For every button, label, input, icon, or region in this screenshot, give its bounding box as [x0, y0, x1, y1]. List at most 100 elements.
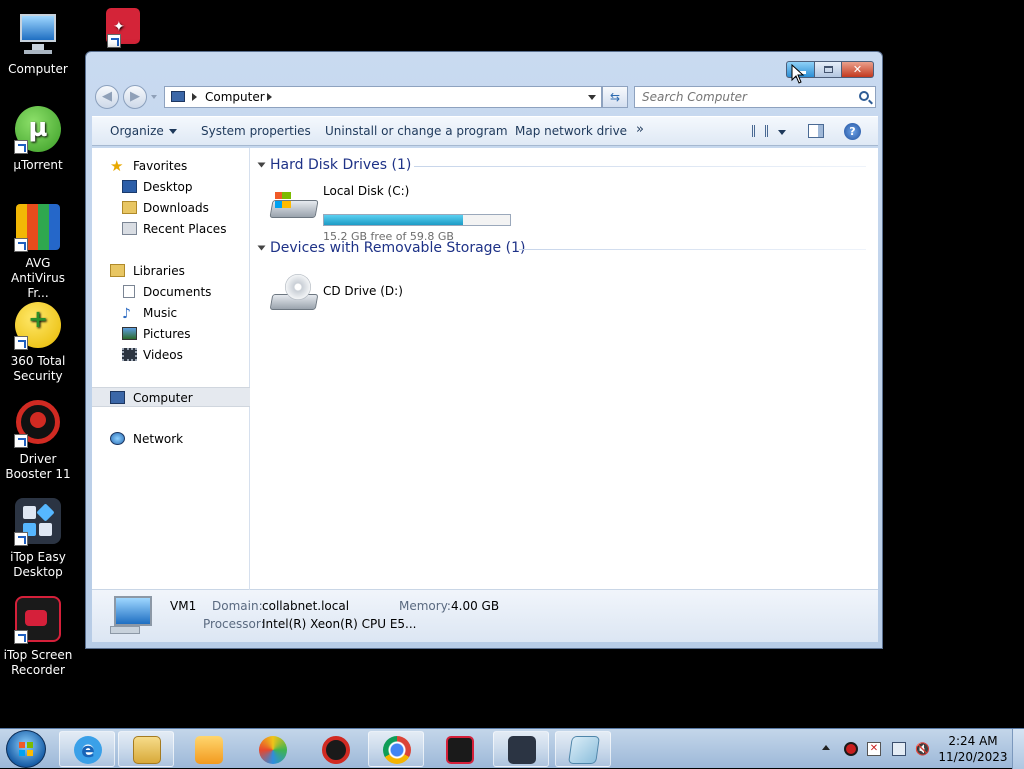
pictures-icon: [122, 327, 137, 340]
search-input[interactable]: [635, 87, 845, 107]
desktop-icon-computer[interactable]: Computer: [0, 10, 76, 77]
refresh-button[interactable]: ⇆: [602, 86, 628, 108]
change-view-icon[interactable]: [752, 125, 768, 137]
desktop-folder-icon: [122, 180, 137, 193]
taskbar-itop-easy-desktop[interactable]: [493, 731, 549, 767]
cd-drive-icon: [269, 274, 319, 310]
system-clock[interactable]: 2:24 AM 11/20/2023: [935, 733, 1011, 765]
start-button[interactable]: [6, 730, 46, 768]
back-arrow-icon: ◀: [102, 89, 112, 104]
desktop-icon-360-total-security[interactable]: + 360 Total Security: [0, 302, 76, 384]
avg-icon: [14, 204, 62, 252]
taskbar-security-app[interactable]: [244, 731, 300, 767]
screen-recorder-icon: [446, 736, 474, 764]
nav-item-documents[interactable]: Documents: [92, 282, 250, 302]
nav-item-label: Music: [143, 306, 178, 320]
nav-item-music[interactable]: ♪ Music: [92, 303, 250, 323]
driver-booster-icon: [14, 400, 62, 448]
nav-item-videos[interactable]: Videos: [92, 345, 250, 365]
more-commands-button[interactable]: »: [636, 122, 644, 137]
group-divider: [519, 249, 866, 250]
search-box[interactable]: [634, 86, 876, 108]
organize-label: Organize: [110, 124, 164, 138]
shortcut-arrow-icon: [14, 532, 28, 546]
drive-cd-drive-d[interactable]: CD Drive (D:): [259, 268, 459, 316]
maximize-icon: [824, 66, 833, 73]
collapse-triangle-icon[interactable]: [257, 162, 266, 168]
help-icon[interactable]: ?: [844, 123, 861, 140]
breadcrumb-computer[interactable]: Computer: [205, 90, 265, 104]
downloads-folder-icon: [122, 201, 137, 214]
computer-icon: [14, 10, 62, 58]
forward-button[interactable]: ▶: [123, 85, 147, 109]
address-dropdown-icon[interactable]: [588, 95, 596, 100]
command-bar: Organize System properties Uninstall or …: [92, 116, 878, 146]
nav-item-computer[interactable]: Computer: [92, 387, 250, 407]
taskbar-driver-booster[interactable]: [307, 731, 363, 767]
desktop-icon-utorrent[interactable]: µ µTorrent: [0, 106, 76, 173]
system-properties-button[interactable]: System properties: [201, 124, 311, 138]
nav-item-label: Favorites: [133, 159, 188, 173]
taskbar-chrome[interactable]: [368, 731, 424, 767]
memory-value: 4.00 GB: [451, 599, 500, 613]
taskbar-media-player[interactable]: [180, 731, 236, 767]
group-header-removable-storage[interactable]: Devices with Removable Storage (1): [257, 240, 525, 256]
memory-label: Memory:: [399, 599, 451, 613]
desktop-icon-avg[interactable]: AVG AntiVirus Fr...: [0, 204, 76, 301]
nav-item-downloads[interactable]: Downloads: [92, 198, 250, 218]
organize-button[interactable]: Organize: [110, 124, 177, 138]
network-tray-icon[interactable]: [892, 742, 906, 756]
nav-item-label: Pictures: [143, 327, 191, 341]
recent-pages-chevron-icon[interactable]: [151, 95, 157, 99]
libraries-icon: [110, 264, 125, 277]
map-network-drive-button[interactable]: Map network drive: [515, 124, 627, 138]
shortcut-arrow-icon: [14, 336, 28, 350]
clapper-app-icon: ✦: [93, 8, 140, 48]
show-desktop-button[interactable]: [1012, 729, 1024, 769]
action-center-alert-icon[interactable]: ✕: [867, 742, 881, 756]
preview-pane-icon[interactable]: [808, 124, 824, 138]
group-header-hard-disk-drives[interactable]: Hard Disk Drives (1): [257, 157, 411, 173]
folder-icon: [133, 736, 161, 764]
desktop-icon-label: AVG: [25, 256, 51, 270]
breadcrumb-separator-icon[interactable]: [267, 93, 272, 101]
address-bar[interactable]: Computer: [164, 86, 602, 108]
maximize-button[interactable]: [815, 61, 842, 78]
show-hidden-icons-button[interactable]: [822, 745, 830, 750]
360-security-icon: +: [14, 302, 62, 350]
nav-item-favorites[interactable]: ★ Favorites: [92, 156, 250, 176]
taskbar-notepad[interactable]: [555, 731, 611, 767]
taskbar-internet-explorer[interactable]: e: [59, 731, 115, 767]
nav-item-desktop[interactable]: Desktop: [92, 177, 250, 197]
close-button[interactable]: ✕: [842, 61, 874, 78]
itop-screen-recorder-icon: [14, 596, 62, 644]
desktop-icon-label: Booster 11: [5, 467, 71, 481]
nav-item-label: Network: [133, 432, 184, 446]
desktop-icon-itop-screen-recorder[interactable]: iTop Screen Recorder: [0, 596, 76, 678]
view-options-dropdown-icon[interactable]: [778, 130, 786, 135]
search-icon[interactable]: [859, 91, 869, 101]
nav-item-pictures[interactable]: Pictures: [92, 324, 250, 344]
desktop-icon-driver-booster[interactable]: Driver Booster 11: [0, 400, 76, 482]
desktop-icon-itop-easy-desktop[interactable]: iTop Easy Desktop: [0, 498, 76, 580]
shortcut-arrow-icon: [14, 630, 28, 644]
collapse-triangle-icon[interactable]: [257, 245, 266, 251]
drive-usage-fill: [324, 215, 463, 225]
back-button[interactable]: ◀: [95, 85, 119, 109]
nav-item-network[interactable]: Network: [92, 429, 250, 449]
taskbar-file-explorer[interactable]: [118, 731, 174, 767]
nav-item-recent-places[interactable]: Recent Places: [92, 219, 250, 239]
driver-booster-tray-icon[interactable]: [844, 742, 858, 756]
nav-item-label: Recent Places: [143, 222, 227, 236]
desktop-icon-app-top[interactable]: ✦: [80, 8, 152, 52]
breadcrumb-separator-icon[interactable]: [192, 93, 197, 101]
forward-arrow-icon: ▶: [130, 89, 140, 104]
nav-item-libraries[interactable]: Libraries: [92, 261, 250, 281]
taskbar-itop-screen-recorder[interactable]: [431, 731, 487, 767]
volume-muted-icon[interactable]: 🔇: [915, 742, 930, 756]
mouse-cursor-icon: [791, 64, 805, 84]
network-icon: [110, 432, 125, 445]
uninstall-program-button[interactable]: Uninstall or change a program: [325, 124, 508, 138]
shortcut-arrow-icon: [14, 140, 28, 154]
desktop-icon-label: Security: [13, 369, 63, 383]
